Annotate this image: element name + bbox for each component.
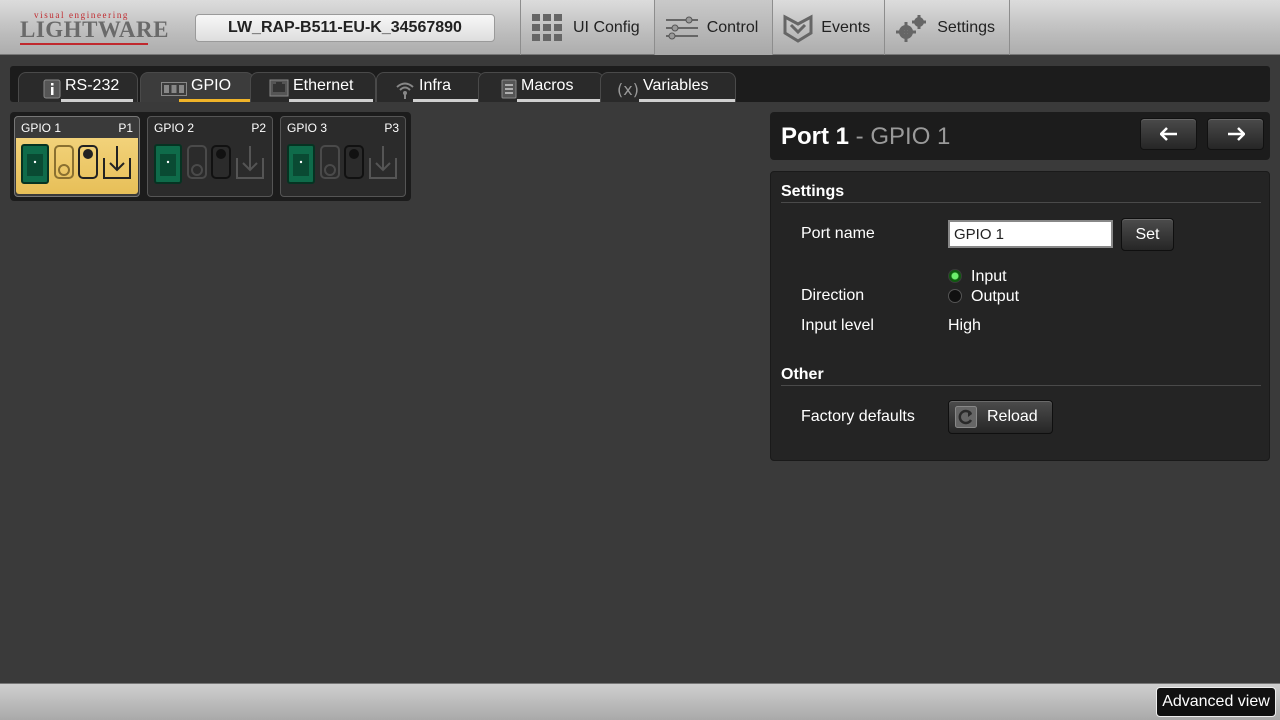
tab-underline [61, 99, 133, 102]
port-title-separator: - [849, 123, 871, 150]
port-tile-body [149, 138, 271, 194]
port-tile-gpio3[interactable]: GPIO 3 P3 [280, 116, 406, 197]
port-tile-port: P3 [384, 121, 399, 135]
tab-ethernet[interactable]: Ethernet [250, 72, 376, 102]
document-icon [501, 79, 517, 99]
advanced-view-button[interactable]: Advanced view [1156, 687, 1276, 717]
gpio-connector-icon [21, 144, 131, 184]
gpio-icon [161, 82, 187, 96]
logo-underline [20, 43, 148, 45]
port-tile-list: GPIO 1 P1 GPIO 2 P2 GPIO 3 P3 [10, 112, 411, 201]
tab-underline-active [179, 99, 253, 102]
input-level-value: High [948, 317, 981, 334]
tab-infra-label: Infra [419, 77, 452, 94]
nav-settings-label: Settings [937, 18, 996, 36]
direction-output-radio[interactable] [948, 289, 962, 303]
next-port-button[interactable] [1207, 118, 1264, 150]
port-tile-port: P2 [251, 121, 266, 135]
section-divider [781, 202, 1261, 203]
tab-underline [517, 99, 601, 102]
section-divider [781, 385, 1261, 386]
previous-port-button[interactable] [1140, 118, 1197, 150]
nav-ui-config[interactable]: UI Config [520, 0, 654, 55]
events-icon [783, 13, 813, 43]
nav-settings[interactable]: Settings [884, 0, 1011, 55]
footer-bar: Advanced view [0, 683, 1280, 720]
variable-icon: (x) [617, 80, 639, 99]
tab-macros[interactable]: Macros [478, 72, 604, 102]
logo-name: LIGHTWARE [20, 17, 169, 42]
port-tile-body [16, 138, 138, 194]
port-tile-name: GPIO 1 [21, 121, 62, 135]
port-tile-body [282, 138, 404, 194]
tab-gpio-label: GPIO [191, 77, 232, 94]
port-tile-gpio1[interactable]: GPIO 1 P1 [14, 116, 140, 197]
ethernet-icon [269, 79, 289, 97]
settings-section-title: Settings [781, 183, 845, 200]
port-properties-panel: Settings Port name Set Input Direction O… [770, 171, 1270, 461]
sliders-icon [665, 16, 698, 39]
device-label[interactable]: LW_RAP-B511-EU-K_34567890 [195, 14, 495, 42]
factory-defaults-label: Factory defaults [801, 408, 915, 425]
gpio-connector-icon [154, 144, 264, 184]
tab-macros-label: Macros [521, 77, 574, 94]
tab-underline [639, 99, 735, 102]
reload-icon [955, 406, 977, 428]
tab-variables[interactable]: (x) Variables [600, 72, 736, 102]
tab-ethernet-label: Ethernet [293, 77, 354, 94]
gears-icon [896, 14, 927, 42]
lightware-logo: visual engineering LIGHTWARE [20, 10, 168, 46]
gpio-connector-icon [287, 144, 397, 184]
port-title-sub: GPIO 1 [870, 123, 951, 150]
port-title-main: Port 1 [781, 123, 850, 150]
port-tile-port: P1 [118, 121, 133, 135]
info-icon [43, 79, 61, 99]
tab-rs232-label: RS-232 [65, 77, 120, 94]
set-button[interactable]: Set [1121, 218, 1174, 251]
arrow-right-icon [1227, 127, 1245, 141]
arrow-left-icon [1159, 127, 1177, 141]
tab-gpio[interactable]: GPIO [140, 72, 254, 102]
nav-events[interactable]: Events [772, 0, 884, 55]
port-tile-name: GPIO 2 [154, 121, 195, 135]
tab-underline [413, 99, 481, 102]
sub-tab-bar: RS-232 GPIO Ethernet Infra Macros (x) Va… [10, 66, 1270, 102]
nav-ui-config-label: UI Config [573, 18, 640, 36]
port-name-label: Port name [801, 225, 875, 242]
grid-icon [532, 13, 562, 41]
tab-infra[interactable]: Infra [376, 72, 484, 102]
tab-variables-label: Variables [643, 77, 709, 94]
port-detail-header: Port 1 - GPIO 1 [770, 112, 1270, 160]
main-nav: UI Config Control Events Settings [520, 0, 1011, 55]
other-section-title: Other [781, 366, 824, 383]
port-title: Port 1 - GPIO 1 [781, 123, 950, 151]
top-header: visual engineering LIGHTWARE LW_RAP-B511… [0, 0, 1280, 55]
reload-label: Reload [987, 408, 1038, 425]
infrared-icon [396, 82, 414, 99]
port-tile-gpio2[interactable]: GPIO 2 P2 [147, 116, 273, 197]
tab-underline [289, 99, 373, 102]
input-level-label: Input level [801, 317, 874, 334]
tab-rs232[interactable]: RS-232 [18, 72, 138, 102]
direction-output-label[interactable]: Output [971, 288, 1019, 306]
nav-events-label: Events [821, 18, 871, 36]
direction-input-label[interactable]: Input [971, 268, 1007, 286]
port-tile-name: GPIO 3 [287, 121, 328, 135]
port-name-input[interactable] [948, 220, 1113, 248]
svg-text:(x): (x) [617, 80, 639, 99]
nav-control[interactable]: Control [653, 0, 773, 55]
reload-button[interactable]: Reload [948, 400, 1053, 434]
nav-control-label: Control [706, 18, 759, 36]
direction-input-radio[interactable] [948, 269, 962, 283]
direction-label: Direction [801, 287, 865, 304]
